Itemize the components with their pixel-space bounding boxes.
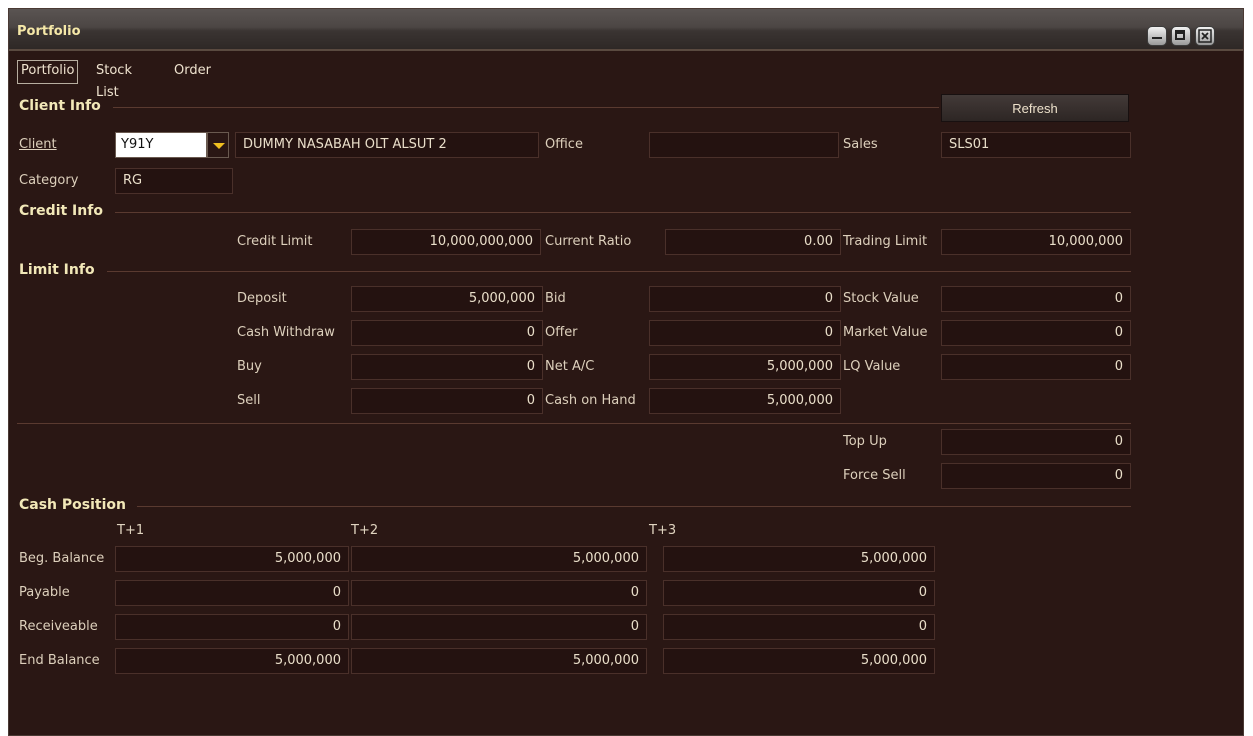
client-info-heading: Client Info [19, 98, 101, 114]
separator [113, 107, 939, 108]
deposit-label: Deposit [237, 291, 287, 306]
table-cell: 5,000,000 [351, 546, 647, 572]
table-cell: 0 [351, 580, 647, 606]
sales-field: SLS01 [941, 132, 1131, 158]
buy-field: 0 [351, 354, 543, 380]
close-icon[interactable] [1195, 26, 1215, 46]
table-cell: 0 [115, 614, 349, 640]
cash-position-heading: Cash Position [19, 497, 126, 513]
column-header-t1: T+1 [117, 523, 145, 538]
force-sell-field: 0 [941, 463, 1131, 489]
limit-info-heading: Limit Info [19, 262, 95, 278]
current-ratio-label: Current Ratio [545, 234, 632, 249]
top-up-label: Top Up [843, 434, 887, 449]
market-value-label: Market Value [843, 325, 928, 340]
client-name-field: DUMMY NASABAH OLT ALSUT 2 [235, 132, 539, 158]
cash-on-hand-field: 5,000,000 [649, 388, 841, 414]
lq-value-label: LQ Value [843, 359, 901, 374]
separator [17, 423, 1131, 424]
row-label-receiveable: Receiveable [19, 619, 98, 634]
client-label: Client [19, 137, 57, 152]
sell-label: Sell [237, 393, 261, 408]
title-bar[interactable]: Portfolio [9, 9, 1243, 51]
separator [137, 506, 1131, 507]
table-cell: 5,000,000 [351, 648, 647, 674]
credit-limit-label: Credit Limit [237, 234, 313, 249]
bid-label: Bid [545, 291, 566, 306]
credit-limit-field: 10,000,000,000 [351, 229, 541, 255]
offer-field: 0 [649, 320, 841, 346]
deposit-field: 5,000,000 [351, 286, 543, 312]
table-cell: 0 [663, 614, 935, 640]
top-up-field: 0 [941, 429, 1131, 455]
sales-label: Sales [843, 137, 878, 152]
office-label: Office [545, 137, 583, 152]
credit-info-heading: Credit Info [19, 203, 103, 219]
maximize-icon[interactable] [1171, 26, 1191, 46]
cash-withdraw-field: 0 [351, 320, 543, 346]
table-cell: 0 [351, 614, 647, 640]
table-cell: 5,000,000 [115, 648, 349, 674]
table-cell: 5,000,000 [663, 546, 935, 572]
tab-portfolio[interactable]: Portfolio [17, 60, 79, 84]
row-label-payable: Payable [19, 585, 70, 600]
office-field [649, 132, 839, 158]
table-cell: 0 [115, 580, 349, 606]
minimize-icon[interactable] [1147, 26, 1167, 46]
row-label-end-balance: End Balance [19, 653, 100, 668]
table-cell: 5,000,000 [115, 546, 349, 572]
category-label: Category [19, 173, 79, 188]
trading-limit-field: 10,000,000 [941, 229, 1131, 255]
offer-label: Offer [545, 325, 578, 340]
net-ac-label: Net A/C [545, 359, 595, 374]
chevron-down-icon[interactable] [207, 132, 229, 158]
lq-value-field: 0 [941, 354, 1131, 380]
net-ac-field: 5,000,000 [649, 354, 841, 380]
cash-withdraw-label: Cash Withdraw [237, 325, 335, 340]
table-cell: 0 [663, 580, 935, 606]
window-title: Portfolio [17, 24, 81, 39]
force-sell-label: Force Sell [843, 468, 906, 483]
column-header-t2: T+2 [351, 523, 379, 538]
stock-value-field: 0 [941, 286, 1131, 312]
cash-on-hand-label: Cash on Hand [545, 393, 636, 408]
refresh-button[interactable]: Refresh [941, 94, 1129, 122]
tab-order[interactable]: Order [171, 60, 214, 82]
sell-field: 0 [351, 388, 543, 414]
category-field: RG [115, 168, 233, 194]
tab-stock-list[interactable]: Stock List [93, 60, 135, 100]
trading-limit-label: Trading Limit [843, 234, 928, 249]
stock-value-label: Stock Value [843, 291, 919, 306]
separator [107, 271, 1131, 272]
separator [115, 212, 1131, 213]
buy-label: Buy [237, 359, 262, 374]
current-ratio-field: 0.00 [665, 229, 841, 255]
market-value-field: 0 [941, 320, 1131, 346]
row-label-beg-balance: Beg. Balance [19, 551, 105, 566]
bid-field: 0 [649, 286, 841, 312]
client-code-combo[interactable]: Y91Y [115, 132, 207, 158]
column-header-t3: T+3 [649, 523, 677, 538]
portfolio-window: Portfolio Portfolio Stock List Order Cli… [8, 8, 1244, 736]
table-cell: 5,000,000 [663, 648, 935, 674]
